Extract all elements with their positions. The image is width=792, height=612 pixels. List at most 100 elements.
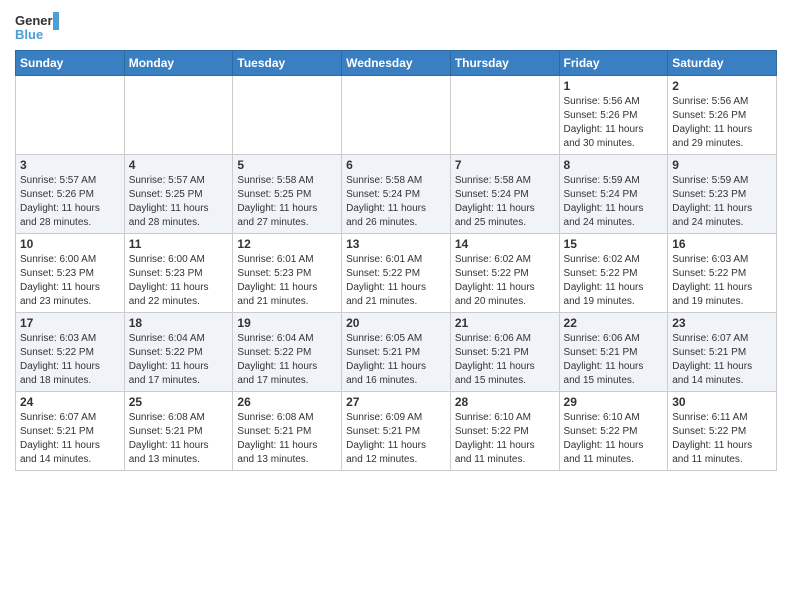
calendar-cell: 6 Sunrise: 5:58 AM Sunset: 5:24 PM Daylig…	[342, 155, 451, 234]
day-info: Sunrise: 6:08 AM Sunset: 5:21 PM Dayligh…	[237, 411, 337, 467]
day-info: Sunrise: 6:01 AM Sunset: 5:23 PM Dayligh…	[237, 253, 337, 309]
day-info: Sunrise: 5:59 AM Sunset: 5:23 PM Dayligh…	[672, 174, 772, 230]
day-info: Sunrise: 6:01 AM Sunset: 5:22 PM Dayligh…	[346, 253, 446, 309]
calendar-cell: 8 Sunrise: 5:59 AM Sunset: 5:24 PM Daylig…	[559, 155, 668, 234]
day-info: Sunrise: 5:58 AM Sunset: 5:24 PM Dayligh…	[455, 174, 555, 230]
day-number: 30	[672, 395, 772, 409]
calendar-cell: 13 Sunrise: 6:01 AM Sunset: 5:22 PM Dayli…	[342, 234, 451, 313]
calendar-cell: 24Sunrise: 6:07 AM Sunset: 5:21 PM Dayli…	[16, 392, 125, 471]
day-info: Sunrise: 5:57 AM Sunset: 5:25 PM Dayligh…	[129, 174, 229, 230]
page: General Blue SundayMondayTuesdayWednesda…	[0, 0, 792, 481]
calendar-cell: 25 Sunrise: 6:08 AM Sunset: 5:21 PM Dayli…	[124, 392, 233, 471]
day-number: 8	[564, 158, 664, 172]
calendar-cell: 10 Sunrise: 6:00 AM Sunset: 5:23 PM Dayli…	[16, 234, 125, 313]
day-number: 25	[129, 395, 229, 409]
day-info: Sunrise: 6:10 AM Sunset: 5:22 PM Dayligh…	[455, 411, 555, 467]
day-info: Sunrise: 5:59 AM Sunset: 5:24 PM Dayligh…	[564, 174, 664, 230]
weekday-header-tuesday: Tuesday	[233, 51, 342, 76]
calendar-cell: 7 Sunrise: 5:58 AM Sunset: 5:24 PM Daylig…	[450, 155, 559, 234]
day-number: 5	[237, 158, 337, 172]
day-info: Sunrise: 6:10 AM Sunset: 5:22 PM Dayligh…	[564, 411, 664, 467]
calendar-cell: 3Sunrise: 5:57 AM Sunset: 5:26 PM Daylig…	[16, 155, 125, 234]
day-info: Sunrise: 6:02 AM Sunset: 5:22 PM Dayligh…	[564, 253, 664, 309]
calendar-cell: 9 Sunrise: 5:59 AM Sunset: 5:23 PM Daylig…	[668, 155, 777, 234]
calendar-cell: 26 Sunrise: 6:08 AM Sunset: 5:21 PM Dayli…	[233, 392, 342, 471]
calendar-cell: 29 Sunrise: 6:10 AM Sunset: 5:22 PM Dayli…	[559, 392, 668, 471]
header: General Blue	[15, 10, 777, 46]
calendar-cell	[450, 76, 559, 155]
day-info: Sunrise: 6:08 AM Sunset: 5:21 PM Dayligh…	[129, 411, 229, 467]
day-number: 12	[237, 237, 337, 251]
day-number: 17	[20, 316, 120, 330]
calendar-cell: 17 Sunrise: 6:03 AM Sunset: 5:22 PM Dayli…	[16, 313, 125, 392]
calendar-cell: 30 Sunrise: 6:11 AM Sunset: 5:22 PM Dayli…	[668, 392, 777, 471]
calendar-cell	[124, 76, 233, 155]
day-number: 23	[672, 316, 772, 330]
day-number: 26	[237, 395, 337, 409]
calendar-cell: 1 Sunrise: 5:56 AM Sunset: 5:26 PM Daylig…	[559, 76, 668, 155]
weekday-header-sunday: Sunday	[16, 51, 125, 76]
day-number: 16	[672, 237, 772, 251]
day-number: 20	[346, 316, 446, 330]
day-number: 15	[564, 237, 664, 251]
day-number: 9	[672, 158, 772, 172]
day-info: Sunrise: 5:56 AM Sunset: 5:26 PM Dayligh…	[564, 95, 664, 151]
calendar: SundayMondayTuesdayWednesdayThursdayFrid…	[15, 50, 777, 471]
day-number: 4	[129, 158, 229, 172]
day-info: Sunrise: 6:06 AM Sunset: 5:21 PM Dayligh…	[564, 332, 664, 388]
calendar-cell	[342, 76, 451, 155]
day-number: 10	[20, 237, 120, 251]
day-info: Sunrise: 6:05 AM Sunset: 5:21 PM Dayligh…	[346, 332, 446, 388]
day-number: 18	[129, 316, 229, 330]
day-info: Sunrise: 6:03 AM Sunset: 5:22 PM Dayligh…	[20, 332, 120, 388]
calendar-cell	[16, 76, 125, 155]
day-number: 13	[346, 237, 446, 251]
day-info: Sunrise: 6:07 AM Sunset: 5:21 PM Dayligh…	[672, 332, 772, 388]
logo-svg: General Blue	[15, 10, 59, 46]
day-info: Sunrise: 6:04 AM Sunset: 5:22 PM Dayligh…	[237, 332, 337, 388]
day-number: 27	[346, 395, 446, 409]
calendar-cell: 5 Sunrise: 5:58 AM Sunset: 5:25 PM Daylig…	[233, 155, 342, 234]
day-info: Sunrise: 5:58 AM Sunset: 5:24 PM Dayligh…	[346, 174, 446, 230]
weekday-header-monday: Monday	[124, 51, 233, 76]
svg-text:Blue: Blue	[15, 27, 43, 42]
calendar-cell: 21Sunrise: 6:06 AM Sunset: 5:21 PM Dayli…	[450, 313, 559, 392]
calendar-week-2: 3Sunrise: 5:57 AM Sunset: 5:26 PM Daylig…	[16, 155, 777, 234]
day-number: 7	[455, 158, 555, 172]
day-number: 29	[564, 395, 664, 409]
day-info: Sunrise: 6:04 AM Sunset: 5:22 PM Dayligh…	[129, 332, 229, 388]
calendar-cell	[233, 76, 342, 155]
day-number: 2	[672, 79, 772, 93]
day-number: 6	[346, 158, 446, 172]
day-info: Sunrise: 6:00 AM Sunset: 5:23 PM Dayligh…	[20, 253, 120, 309]
day-number: 28	[455, 395, 555, 409]
calendar-cell: 16 Sunrise: 6:03 AM Sunset: 5:22 PM Dayli…	[668, 234, 777, 313]
day-number: 14	[455, 237, 555, 251]
day-info: Sunrise: 6:03 AM Sunset: 5:22 PM Dayligh…	[672, 253, 772, 309]
day-number: 3	[20, 158, 120, 172]
day-number: 22	[564, 316, 664, 330]
calendar-cell: 27Sunrise: 6:09 AM Sunset: 5:21 PM Dayli…	[342, 392, 451, 471]
logo: General Blue	[15, 10, 59, 46]
calendar-header-row: SundayMondayTuesdayWednesdayThursdayFrid…	[16, 51, 777, 76]
calendar-cell: 18 Sunrise: 6:04 AM Sunset: 5:22 PM Dayli…	[124, 313, 233, 392]
day-number: 19	[237, 316, 337, 330]
day-info: Sunrise: 6:00 AM Sunset: 5:23 PM Dayligh…	[129, 253, 229, 309]
day-number: 1	[564, 79, 664, 93]
calendar-cell: 28 Sunrise: 6:10 AM Sunset: 5:22 PM Dayli…	[450, 392, 559, 471]
calendar-week-1: 1 Sunrise: 5:56 AM Sunset: 5:26 PM Daylig…	[16, 76, 777, 155]
calendar-cell: 2 Sunrise: 5:56 AM Sunset: 5:26 PM Daylig…	[668, 76, 777, 155]
day-info: Sunrise: 6:11 AM Sunset: 5:22 PM Dayligh…	[672, 411, 772, 467]
calendar-week-3: 10 Sunrise: 6:00 AM Sunset: 5:23 PM Dayli…	[16, 234, 777, 313]
calendar-cell: 22 Sunrise: 6:06 AM Sunset: 5:21 PM Dayli…	[559, 313, 668, 392]
day-info: Sunrise: 5:56 AM Sunset: 5:26 PM Dayligh…	[672, 95, 772, 151]
calendar-week-5: 24Sunrise: 6:07 AM Sunset: 5:21 PM Dayli…	[16, 392, 777, 471]
day-number: 11	[129, 237, 229, 251]
calendar-cell: 12 Sunrise: 6:01 AM Sunset: 5:23 PM Dayli…	[233, 234, 342, 313]
calendar-cell: 4 Sunrise: 5:57 AM Sunset: 5:25 PM Daylig…	[124, 155, 233, 234]
svg-text:General: General	[15, 13, 59, 28]
day-info: Sunrise: 6:06 AM Sunset: 5:21 PM Dayligh…	[455, 332, 555, 388]
weekday-header-thursday: Thursday	[450, 51, 559, 76]
day-info: Sunrise: 5:58 AM Sunset: 5:25 PM Dayligh…	[237, 174, 337, 230]
weekday-header-wednesday: Wednesday	[342, 51, 451, 76]
